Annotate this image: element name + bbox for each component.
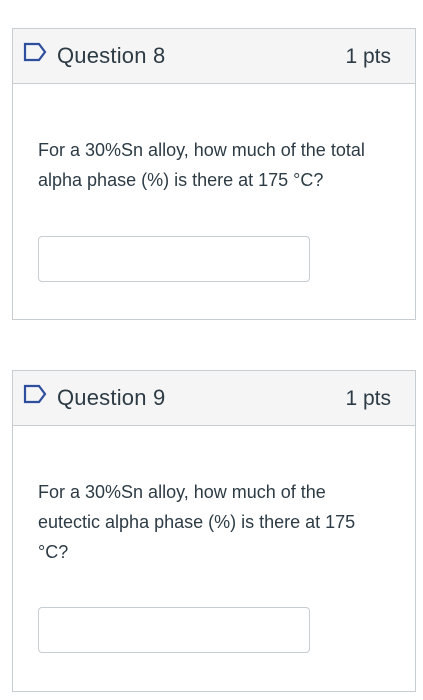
question-text: For a 30%Sn alloy, how much of the eutec…	[38, 482, 356, 562]
question-points: 1 pts	[345, 45, 391, 68]
question-card-9: Question 9 1 pts For a 30%Sn alloy, how …	[12, 370, 416, 692]
question-card-8: Question 8 1 pts For a 30%Sn alloy, how …	[12, 28, 416, 320]
question-points: 1 pts	[345, 387, 391, 410]
question-title: Question 8	[57, 43, 166, 68]
bookmark-flag-icon[interactable]	[23, 42, 47, 62]
answer-input[interactable]	[38, 236, 310, 282]
question-text: For a 30%Sn alloy, how much of the total…	[38, 140, 365, 190]
question-header: Question 9 1 pts	[13, 371, 415, 426]
answer-input[interactable]	[38, 607, 310, 653]
question-title: Question 9	[57, 385, 166, 410]
question-header: Question 8 1 pts	[13, 29, 415, 84]
bookmark-flag-icon[interactable]	[23, 384, 47, 404]
